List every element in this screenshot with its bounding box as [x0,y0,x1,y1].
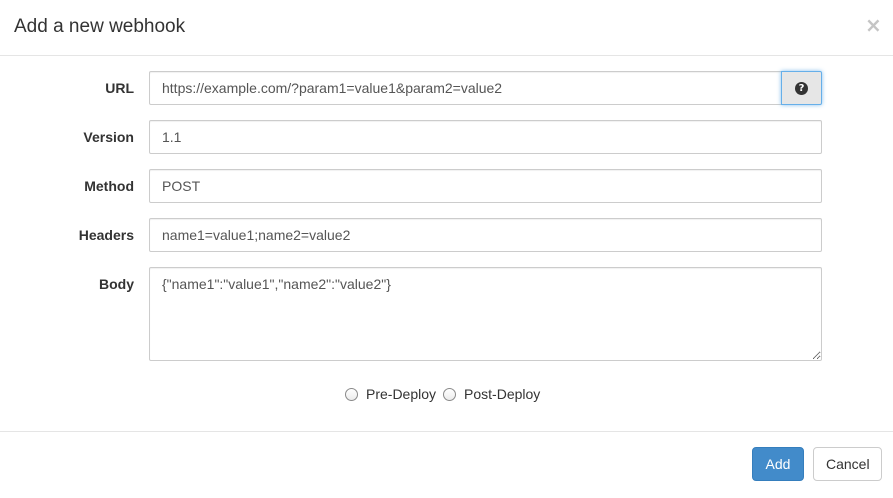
add-webhook-modal: Add a new webhook × URL ? Version Method… [0,0,893,498]
radio-circle-icon [345,387,358,401]
pre-deploy-label: Pre-Deploy [366,386,437,402]
url-input[interactable] [149,71,782,105]
body-label: Body [99,276,134,292]
body-textarea[interactable]: {"name1":"value1","name2":"value2"} [149,267,822,361]
add-button[interactable]: Add [752,447,804,481]
modal-title: Add a new webhook [14,16,186,37]
close-button[interactable]: × [865,14,882,36]
modal-header: Add a new webhook × [0,0,893,56]
method-label: Method [84,178,134,194]
version-label: Version [83,129,134,145]
post-deploy-label: Post-Deploy [464,386,541,402]
deploy-trigger-radio-group: Pre-Deploy Post-Deploy [345,384,547,404]
cancel-button[interactable]: Cancel [813,447,882,481]
modal-footer: Add Cancel [0,432,893,498]
url-help-button[interactable]: ? [781,71,822,105]
pre-deploy-radio[interactable]: Pre-Deploy [345,386,436,402]
headers-input[interactable] [149,218,822,252]
modal-body: URL ? Version Method Headers Body {"name… [0,56,893,432]
question-circle-icon: ? [795,82,808,96]
version-input[interactable] [149,120,822,154]
post-deploy-radio[interactable]: Post-Deploy [443,386,540,402]
headers-label: Headers [78,227,134,243]
radio-circle-icon [443,387,457,401]
url-label: URL [105,80,134,96]
method-input[interactable] [149,169,822,203]
